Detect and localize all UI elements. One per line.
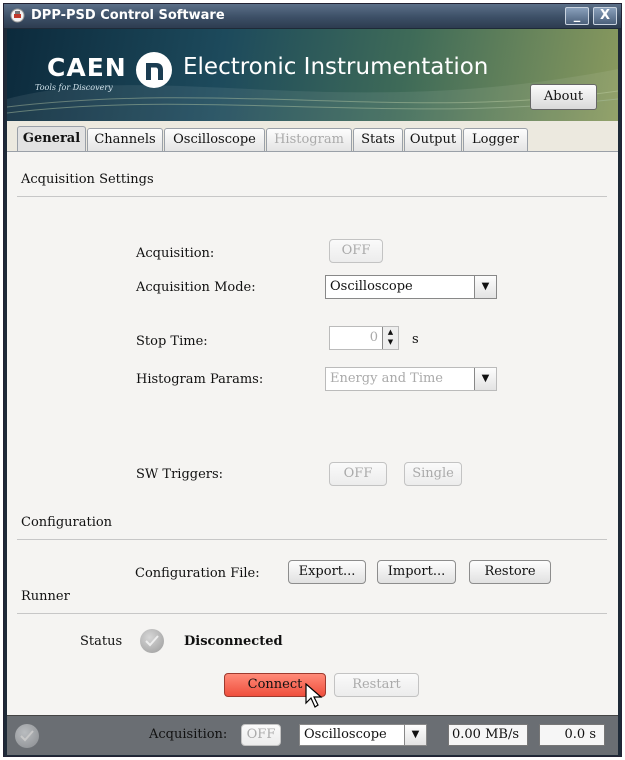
tab-stats[interactable]: Stats: [353, 128, 403, 151]
bottom-mode-value: Oscilloscope: [304, 727, 387, 742]
tab-logger[interactable]: Logger: [463, 128, 528, 151]
chevron-down-icon[interactable]: ▼: [474, 276, 496, 298]
window-title: DPP-PSD Control Software: [31, 8, 225, 23]
connection-status: Disconnected: [184, 634, 283, 649]
histogram-params-value: Energy and Time: [330, 371, 443, 386]
about-button[interactable]: About: [530, 84, 597, 110]
header-banner: CAEN Tools for Discovery Electronic Inst…: [7, 29, 618, 121]
tab-general[interactable]: General: [17, 126, 86, 151]
restore-button[interactable]: Restore: [469, 560, 551, 584]
acquisition-mode-select[interactable]: Oscilloscope ▼: [325, 275, 497, 299]
data-rate-readout: 0.00 MB/s: [448, 724, 528, 746]
tab-oscilloscope[interactable]: Oscilloscope: [164, 128, 265, 151]
divider: [17, 613, 607, 614]
elapsed-time-readout: 0.0 s: [539, 724, 605, 746]
configuration-file-label: Configuration File:: [135, 566, 260, 581]
app-window: DPP-PSD Control Software _ X CAEN Tools …: [3, 3, 622, 757]
histogram-params-select[interactable]: Energy and Time ▼: [325, 367, 497, 391]
divider: [17, 196, 607, 197]
acquisition-settings-heading: Acquisition Settings: [21, 172, 154, 187]
caen-logo: CAEN: [47, 53, 127, 82]
restart-button[interactable]: Restart: [334, 673, 419, 697]
stop-time-value: 0: [369, 330, 378, 345]
export-button[interactable]: Export...: [288, 560, 366, 584]
mouse-cursor-icon: [305, 683, 323, 708]
status-label: Status: [80, 634, 123, 649]
stop-time-unit: s: [412, 332, 419, 347]
histogram-params-label: Histogram Params:: [136, 372, 264, 387]
general-panel: Acquisition Settings Acquisition: OFF Ac…: [7, 151, 618, 715]
caen-tagline: Tools for Discovery: [35, 83, 113, 92]
sw-trigger-off-button[interactable]: OFF: [329, 462, 387, 486]
checkmark-icon: [145, 635, 159, 647]
divider: [17, 539, 607, 540]
spin-arrows-icon[interactable]: ▲ ▼: [382, 327, 398, 349]
acquisition-mode-label: Acquisition Mode:: [136, 280, 256, 295]
stop-time-label: Stop Time:: [136, 334, 208, 349]
tab-output[interactable]: Output: [404, 128, 462, 151]
title-bar: DPP-PSD Control Software _ X: [4, 4, 621, 28]
status-led: [140, 629, 164, 653]
chevron-down-icon[interactable]: ▼: [404, 725, 426, 745]
acquisition-label: Acquisition:: [136, 246, 215, 261]
status-bar: Acquisition: OFF Oscilloscope ▼ 0.00 MB/…: [7, 715, 618, 755]
bottom-acquisition-button[interactable]: OFF: [241, 724, 281, 746]
runner-heading: Runner: [21, 589, 70, 604]
acquisition-mode-value: Oscilloscope: [330, 279, 413, 294]
sw-triggers-label: SW Triggers:: [136, 467, 224, 482]
configuration-heading: Configuration: [21, 515, 113, 530]
sw-trigger-single-button[interactable]: Single: [404, 462, 462, 486]
tab-histogram[interactable]: Histogram: [266, 128, 352, 151]
acquisition-toggle-button[interactable]: OFF: [329, 239, 383, 263]
minimize-button[interactable]: _: [565, 7, 589, 25]
stop-time-spinbox[interactable]: 0 ▲ ▼: [329, 326, 399, 350]
checkmark-icon: [20, 730, 34, 742]
close-button[interactable]: X: [593, 7, 617, 25]
bottom-acquisition-label: Acquisition:: [149, 727, 228, 742]
import-button[interactable]: Import...: [377, 560, 456, 584]
banner-title: Electronic Instrumentation: [183, 54, 489, 80]
n-logo-icon: [136, 52, 172, 88]
acquisition-led: [15, 724, 39, 748]
tab-bar: General Channels Oscilloscope Histogram …: [7, 121, 618, 151]
tab-channels[interactable]: Channels: [87, 128, 163, 151]
app-icon: [10, 8, 25, 23]
chevron-down-icon[interactable]: ▼: [474, 368, 496, 390]
bottom-mode-select[interactable]: Oscilloscope ▼: [299, 724, 427, 746]
